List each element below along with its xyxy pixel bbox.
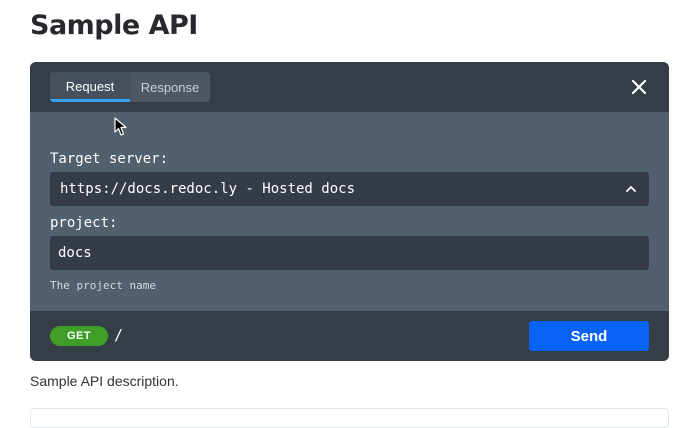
- chevron-up-icon: [626, 186, 636, 192]
- mouse-cursor-icon: [114, 117, 127, 136]
- send-button[interactable]: Send: [529, 321, 649, 351]
- target-server-value: https://docs.redoc.ly - Hosted docs: [60, 181, 356, 197]
- project-param-label: project:: [50, 215, 118, 231]
- tab-response[interactable]: Response: [130, 72, 210, 102]
- console-footer: GET / Send: [30, 311, 669, 361]
- api-description: Sample API description.: [30, 373, 179, 389]
- page-title: Sample API: [30, 10, 198, 41]
- http-method-badge: GET: [50, 326, 108, 346]
- target-server-label: Target server:: [50, 151, 169, 167]
- next-section-panel: [30, 408, 669, 428]
- console-header: Request Response: [30, 62, 669, 112]
- project-input[interactable]: [50, 236, 649, 270]
- project-param-hint: The project name: [50, 279, 156, 292]
- target-server-select[interactable]: https://docs.redoc.ly - Hosted docs: [50, 172, 649, 206]
- tab-request[interactable]: Request: [50, 72, 130, 102]
- api-console: Request Response Target server: https://…: [30, 62, 669, 361]
- request-path: /: [114, 326, 124, 344]
- close-button[interactable]: [629, 77, 649, 97]
- close-icon: [631, 79, 647, 95]
- console-tabs: Request Response: [50, 72, 210, 102]
